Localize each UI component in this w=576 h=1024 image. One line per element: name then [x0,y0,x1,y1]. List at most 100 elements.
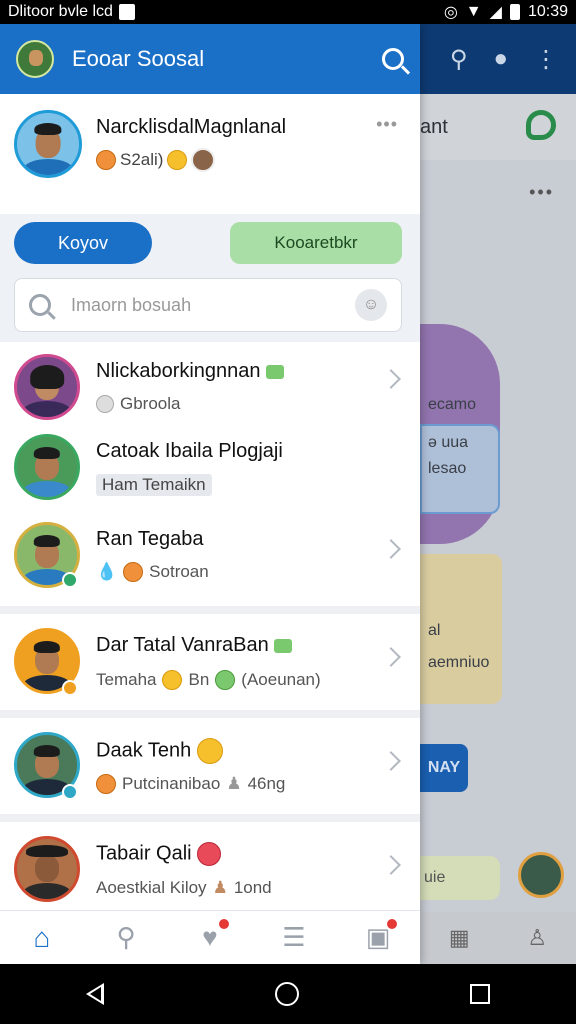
contact-name: Catoak Ibaila Plogjaji [96,440,283,462]
chevron-right-icon [381,751,401,771]
bg-card-text: lesao [428,460,467,477]
menu-icon[interactable]: ☰ [279,922,309,953]
home-icon[interactable]: ⌂ [27,922,57,953]
bg-card-text: ə uua [428,434,469,451]
sticker-icon [215,670,236,690]
online-badge [62,572,78,588]
signal-icon: ◢ [489,4,502,21]
actions-panel: Koyov Kooaretbkr ☺ [0,214,420,342]
divider [0,606,420,614]
background-row-text: ant [420,115,448,138]
bottom-navigation: ⌂ ⚲ ♥ ☰ ▣ [0,910,420,964]
emoji-icon [197,842,222,866]
flag-icon [274,638,293,653]
contact-status: 💧 Sotroan [96,562,209,582]
list-item[interactable]: Tabair Qali Aoestkial Kiloy ♟ 1ond [0,822,420,922]
contact-status: Temaha Bn (Aoeunan) [96,670,321,690]
inbox-icon[interactable]: ▣ [363,916,399,953]
status-bar: Dlitoor bvle lcd ◎ ▼ ◢ 10:39 [0,0,576,24]
avatar [14,434,80,500]
divider [0,814,420,822]
overflow-menu-icon: ⋮ [534,45,558,73]
chat-icon: ● [493,45,509,72]
heart-icon[interactable]: ♥ [195,916,231,953]
background-app-header: ⚲ ● ⋮ [420,24,576,94]
secondary-button[interactable]: Kooaretbkr [230,222,402,264]
contact-list: Nlickaborkingnnan Gbroola Catoak Ibaila … [0,342,420,922]
contact-status: Putcinanibao ♟ 46ng [96,774,285,794]
contact-name: Ran Tegaba [96,528,204,550]
notification-icon [118,4,135,20]
brand-logo-icon [526,110,556,140]
list-item[interactable]: Dar Tatal VanraBan Temaha Bn (Aoeunan) [0,614,420,710]
search-icon[interactable] [382,48,404,70]
background-app-row: ant [420,94,576,160]
chevron-right-icon [381,539,401,559]
status-tag: Ham Temaikn [96,474,212,496]
avatar[interactable] [14,110,82,178]
contact-name: Dar Tatal VanraBan [96,634,293,657]
home-button-icon[interactable] [274,982,299,1006]
profile-icon: ♙ [527,925,548,950]
background-input: uie [420,856,500,900]
user-profile-card[interactable]: Narcklisdal​Magnlanal S2ali) ••• [0,94,420,214]
bg-card-text: aemniuo [428,654,490,671]
smiley-icon [96,395,114,413]
person-icon: ♟ [212,878,228,897]
list-item[interactable]: Daak Tenh Putcinanibao ♟ 46ng [0,718,420,814]
contact-name: Tabair Qali [96,842,222,866]
background-button: NAY [420,744,468,792]
contact-status: Ham Temaikn [96,474,212,496]
contact-name: Nlickaborkingnnan [96,360,285,383]
back-icon[interactable] [85,983,104,1005]
chevron-right-icon [381,369,401,389]
search-icon [29,294,51,316]
search-bar[interactable]: ☺ [14,278,402,332]
more-options-icon[interactable]: ••• [376,114,398,135]
emoji-icon [196,738,223,764]
emoji-picker-icon[interactable]: ☺ [355,289,387,321]
emoji-icon [162,670,183,690]
water-drop-icon: 💧 [96,562,118,581]
person-icon: ♟ [226,774,242,793]
list-item[interactable]: Nlickaborkingnnan Gbroola Catoak Ibaila … [0,342,420,518]
chevron-right-icon [381,647,401,667]
friend-avatar [191,148,216,172]
list-item[interactable]: Ran Tegaba 💧 Sotroan [0,518,420,606]
drawer-header: Eooar Soosal [0,24,420,94]
more-icon: ••• [529,182,554,202]
primary-button[interactable]: Koyov [14,222,152,264]
profile-meta-text: S2ali) [120,150,164,169]
avatar [14,354,80,420]
avatar [518,852,564,898]
divider [0,710,420,718]
calendar-icon: ▦ [448,925,470,950]
emoji-icon [96,150,116,170]
navigation-drawer[interactable]: Eooar Soosal Narcklisdal​Magnlanal S2ali… [0,24,420,964]
notification-badge [217,916,231,931]
contact-status: Gbroola [96,394,180,414]
online-badge [62,784,78,800]
emoji-icon [96,774,116,794]
background-app: ⚲ ● ⋮ ant ••• ecamo ə uua lesao al aemni… [420,24,576,964]
recent-apps-icon[interactable] [470,984,491,1004]
app-logo-icon [16,40,54,78]
profile-meta: S2ali) [96,148,216,172]
battery-icon [509,4,520,20]
app-title: Eooar Soosal [72,46,205,71]
notification-badge [385,916,399,931]
search-icon[interactable]: ⚲ [111,922,141,953]
background-bottom-nav: ▦ ♙ [420,912,576,964]
status-bar-left-text: Dlitoor bvle lcd [8,3,113,20]
search-icon: ⚲ [449,45,468,73]
alarm-icon: ◎ [443,4,458,21]
avatar [14,836,80,902]
bg-card-text: ecamo [428,396,477,413]
status-time: 10:39 [527,3,568,20]
contact-status: Aoestkial Kiloy ♟ 1ond [96,878,272,897]
status-badge [62,680,78,696]
emoji-icon [167,150,188,170]
search-input[interactable] [71,294,355,316]
wifi-icon: ▼ [465,3,482,20]
system-navigation-bar [0,964,576,1024]
